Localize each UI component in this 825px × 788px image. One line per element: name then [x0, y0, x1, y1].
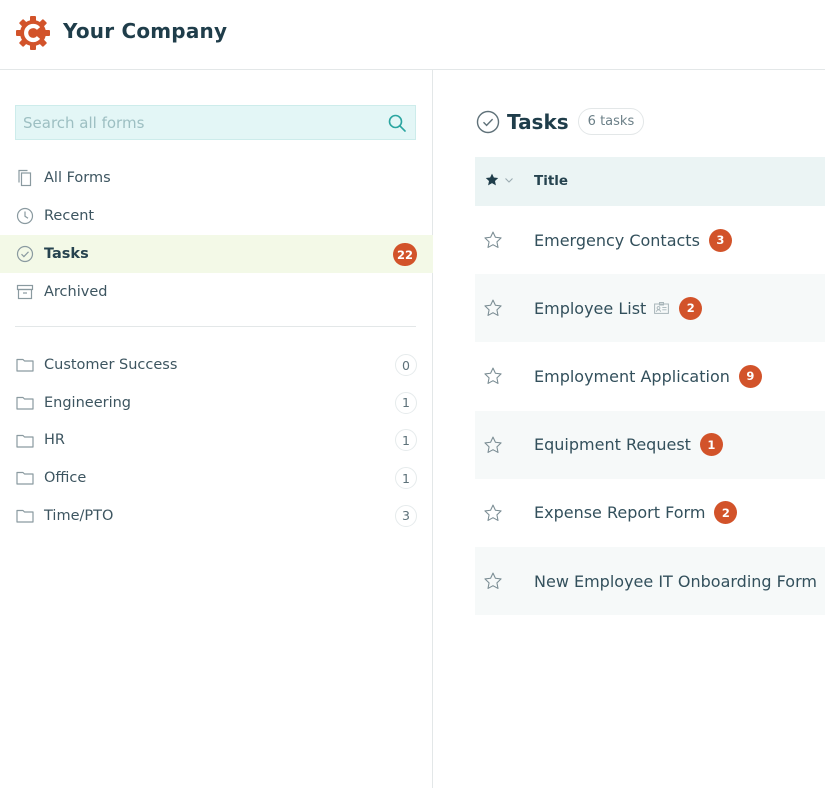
folder-item-engineering[interactable]: Engineering 1: [0, 384, 433, 422]
sidebar: All Forms Recent Tasks 22 Archived Custo…: [0, 70, 433, 788]
task-title[interactable]: Emergency Contacts: [534, 231, 700, 250]
page-title: Tasks: [507, 109, 569, 134]
clock-icon: [16, 207, 34, 225]
folder-label: HR: [44, 432, 65, 449]
task-title[interactable]: Equipment Request: [534, 435, 691, 454]
star-outline-icon[interactable]: [483, 435, 503, 455]
column-header-title[interactable]: Title: [534, 173, 568, 189]
folder-icon: [16, 431, 34, 449]
star-filled-icon: [485, 173, 499, 186]
sidebar-item-label: Archived: [44, 284, 108, 300]
sidebar-item-archived[interactable]: Archived: [0, 273, 433, 311]
tasks-count-badge: 22: [392, 243, 417, 266]
main-content: Tasks 6 tasks Title Emergency Contacts 3…: [434, 70, 825, 788]
table-row[interactable]: Employment Application 9: [475, 342, 825, 410]
task-count-badge: 1: [699, 433, 723, 457]
sidebar-item-all-forms[interactable]: All Forms: [0, 159, 433, 197]
table-row[interactable]: Expense Report Form 2: [475, 479, 825, 547]
task-count-badge: 9: [738, 364, 762, 388]
task-title[interactable]: Employee List: [534, 299, 646, 318]
task-count-badge: 3: [708, 228, 732, 252]
task-count-badge: 2: [679, 296, 703, 320]
company-name: Your Company: [63, 19, 228, 43]
search-icon[interactable]: [379, 106, 415, 139]
table-row[interactable]: Equipment Request 1: [475, 410, 825, 479]
folder-icon: [16, 356, 34, 374]
folder-count: 1: [395, 391, 417, 414]
task-count-badge: 2: [714, 501, 738, 525]
tasks-table: Title Emergency Contacts 3 Employee List…: [475, 157, 825, 616]
folder-icon: [16, 394, 34, 412]
check-circle-icon: [476, 110, 500, 133]
sidebar-item-label: All Forms: [44, 170, 111, 186]
star-outline-icon[interactable]: [483, 366, 503, 386]
folder-count: 0: [395, 354, 417, 376]
contact-card-icon: [654, 301, 670, 315]
folder-list: Customer Success 0 Engineering 1 HR 1 Of…: [0, 346, 433, 534]
star-outline-icon[interactable]: [483, 571, 503, 591]
sidebar-item-label: Tasks: [44, 246, 89, 262]
sidebar-nav: All Forms Recent Tasks 22 Archived: [0, 159, 433, 311]
folder-icon: [16, 507, 34, 525]
star-outline-icon[interactable]: [483, 230, 503, 250]
task-count-pill: 6 tasks: [577, 108, 645, 135]
favorite-sort-toggle[interactable]: [485, 173, 514, 186]
folder-count: 3: [395, 504, 417, 527]
folder-item-time-pto[interactable]: Time/PTO 3: [0, 497, 433, 535]
page-header: Tasks 6 tasks: [476, 108, 645, 135]
folder-item-hr[interactable]: HR 1: [0, 421, 433, 459]
copy-icon: [16, 169, 34, 187]
task-title[interactable]: Expense Report Form: [534, 503, 705, 522]
folder-label: Office: [44, 469, 87, 486]
folder-count: 1: [395, 429, 417, 452]
folder-count: 1: [395, 467, 417, 490]
search-box: [15, 105, 416, 140]
folder-label: Engineering: [44, 394, 131, 411]
folder-label: Customer Success: [44, 356, 178, 373]
star-outline-icon[interactable]: [483, 298, 503, 318]
search-input[interactable]: [16, 106, 379, 139]
folder-label: Time/PTO: [44, 507, 114, 524]
sidebar-divider: [15, 326, 416, 327]
folder-icon: [16, 469, 34, 487]
chevron-down-icon: [505, 177, 513, 183]
folder-item-customer-success[interactable]: Customer Success 0: [0, 346, 433, 384]
task-title[interactable]: New Employee IT Onboarding Form: [534, 572, 817, 591]
table-header: Title: [475, 157, 825, 206]
archive-icon: [16, 283, 34, 301]
folder-item-office[interactable]: Office 1: [0, 459, 433, 497]
sidebar-item-tasks[interactable]: Tasks 22: [0, 235, 433, 273]
table-row[interactable]: Employee List 2: [475, 274, 825, 343]
table-row[interactable]: New Employee IT Onboarding Form: [475, 546, 825, 616]
sidebar-item-label: Recent: [44, 208, 95, 224]
gear-c-logo-icon[interactable]: [15, 15, 51, 51]
table-row[interactable]: Emergency Contacts 3: [475, 206, 825, 274]
check-circle-icon: [16, 245, 34, 263]
star-outline-icon[interactable]: [483, 503, 503, 523]
task-title[interactable]: Employment Application: [534, 367, 730, 386]
app-header: Your Company: [0, 0, 825, 70]
sidebar-item-recent[interactable]: Recent: [0, 197, 433, 235]
